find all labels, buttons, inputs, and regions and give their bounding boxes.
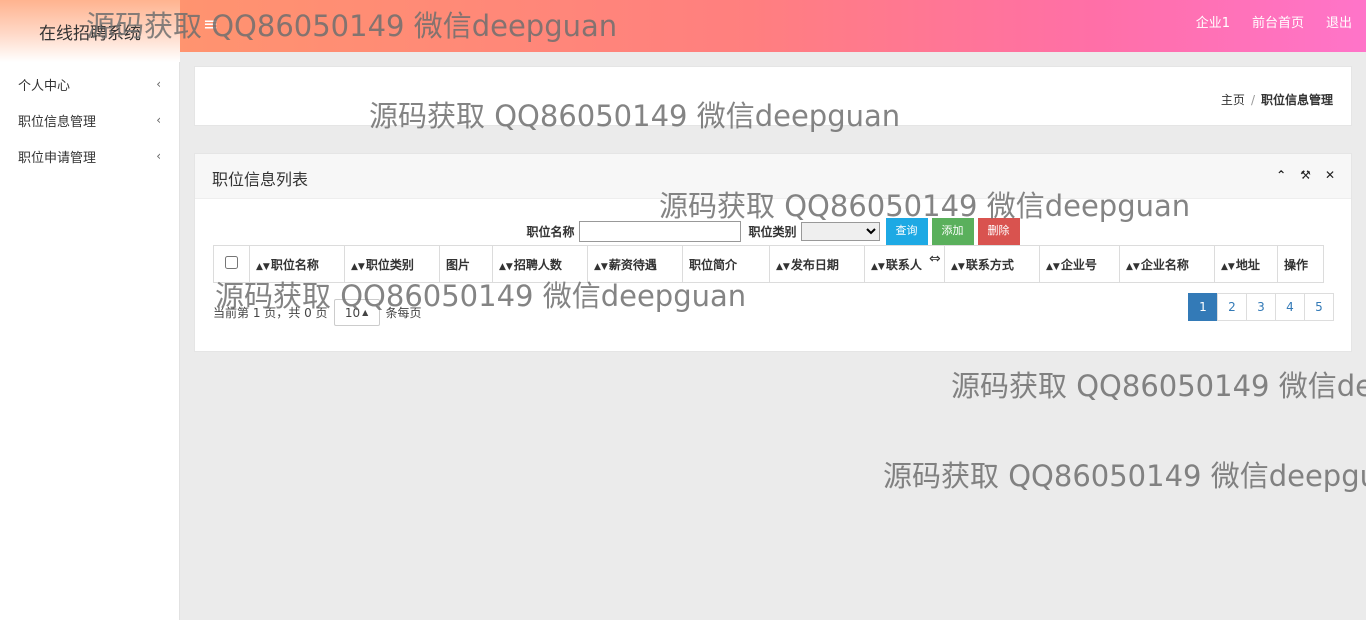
pager-info-text: 当前第 1 页，共 0 页 [213,306,328,320]
top-header: ≡ 企业1 前台首页 退出 [0,0,1366,52]
job-table-wrap: ▲▼职位名称 ▲▼职位类别 图片 ▲▼招聘人数 ▲▼薪资待遇 职位简介 ▲▼发布… [213,245,1324,283]
logout-link[interactable]: 退出 [1326,12,1352,31]
sort-icon: ▲▼ [871,261,885,272]
chevron-left-icon: ‹ [156,149,161,163]
chevron-left-icon: ‹ [156,113,161,127]
page-button[interactable]: 3 [1246,293,1276,321]
page-button[interactable]: 1 [1188,293,1218,321]
sidebar-item-label: 职位申请管理 [18,150,97,166]
sort-icon: ▲▼ [1046,261,1060,272]
collapse-icon[interactable]: ⌃ [1276,168,1286,182]
sort-icon: ▲▼ [1126,261,1140,272]
sort-icon: ▲▼ [594,261,608,272]
sidebar-item-job-application[interactable]: 职位申请管理 ‹ [0,138,179,174]
sort-icon: ▲▼ [1221,261,1235,272]
sort-icon: ▲▼ [776,261,790,272]
col-salary[interactable]: ▲▼薪资待遇 [587,245,683,283]
job-type-select[interactable] [800,222,880,241]
col-headcount[interactable]: ▲▼招聘人数 [492,245,588,283]
sidebar-item-job-info[interactable]: 职位信息管理 ‹ [0,102,179,138]
breadcrumb: 主页 / 职位信息管理 [1221,91,1333,108]
company-link[interactable]: 企业1 [1196,12,1230,31]
breadcrumb-box: 主页 / 职位信息管理 [194,66,1352,126]
page-button[interactable]: 5 [1304,293,1334,321]
breadcrumb-home[interactable]: 主页 [1221,93,1245,107]
col-job-intro: 职位简介 [682,245,770,283]
col-job-name[interactable]: ▲▼职位名称 [249,245,345,283]
panel-header: 职位信息列表 ⌃ ⚒ ✕ [195,154,1351,199]
sidebar-item-label: 职位信息管理 [18,114,97,130]
panel-tools: ⌃ ⚒ ✕ [1276,168,1335,182]
frontend-home-link[interactable]: 前台首页 [1252,12,1304,31]
wrench-icon[interactable]: ⚒ [1300,168,1311,182]
panel-title: 职位信息列表 [212,170,309,189]
sort-icon: ▲▼ [351,261,365,272]
job-name-input[interactable] [578,221,741,242]
watermark-text: 源码获取 QQ86050149 微信deepguan [951,369,1366,403]
pager-info: 当前第 1 页，共 0 页 10 ▲ 条每页 [213,299,422,326]
close-icon[interactable]: ✕ [1325,168,1335,182]
query-button[interactable]: 查询 [885,218,928,245]
page-button[interactable]: 2 [1217,293,1247,321]
col-contact-phone[interactable]: ▲▼联系方式 [944,245,1040,283]
sort-icon: ▲▼ [256,261,270,272]
delete-button[interactable]: 删除 [977,218,1020,245]
col-publish-date[interactable]: ▲▼发布日期 [769,245,865,283]
brand-title: 在线招聘系统 [0,0,180,62]
page-size-select[interactable]: 10 ▲ [333,299,380,326]
pagination: 1 2 3 4 5 [1188,293,1334,321]
menu-toggle-icon[interactable]: ≡ [203,14,218,35]
breadcrumb-current: 职位信息管理 [1260,93,1333,107]
table-header-row: ▲▼职位名称 ▲▼职位类别 图片 ▲▼招聘人数 ▲▼薪资待遇 职位简介 ▲▼发布… [213,245,1324,283]
pager-size-suffix: 条每页 [385,306,422,320]
job-list-panel: 职位信息列表 ⌃ ⚒ ✕ 职位名称 职位类别 查询 添加 删除 ▲▼职位名称 ▲… [194,153,1352,352]
col-image: 图片 [439,245,493,283]
col-actions: 操作 [1277,245,1324,283]
top-links: 企业1 前台首页 退出 [1196,0,1352,42]
column-resize-cursor-icon: ⇔ [929,251,941,267]
col-company-name[interactable]: ▲▼企业名称 [1119,245,1215,283]
watermark-text: 源码获取 QQ86050149 微信deepguan [883,459,1366,493]
job-type-label: 职位类别 [748,225,797,239]
sidebar-item-personal-center[interactable]: 个人中心 ‹ [0,66,179,102]
sidebar-item-label: 个人中心 [18,78,71,94]
select-all-checkbox[interactable] [225,256,238,269]
page-button[interactable]: 4 [1275,293,1305,321]
col-company-id[interactable]: ▲▼企业号 [1039,245,1120,283]
select-all-cell [213,245,250,283]
sort-icon: ▲▼ [499,261,513,272]
sort-icon: ▲▼ [951,261,965,272]
breadcrumb-separator: / [1250,93,1255,107]
chevron-left-icon: ‹ [156,77,161,91]
col-job-type[interactable]: ▲▼职位类别 [344,245,440,283]
add-button[interactable]: 添加 [931,218,974,245]
col-address[interactable]: ▲▼地址 [1214,245,1278,283]
search-bar: 职位名称 职位类别 查询 添加 删除 [195,218,1351,245]
job-name-label: 职位名称 [526,225,575,239]
sidebar: 个人中心 ‹ 职位信息管理 ‹ 职位申请管理 ‹ [0,62,180,620]
job-table: ▲▼职位名称 ▲▼职位类别 图片 ▲▼招聘人数 ▲▼薪资待遇 职位简介 ▲▼发布… [213,245,1324,283]
